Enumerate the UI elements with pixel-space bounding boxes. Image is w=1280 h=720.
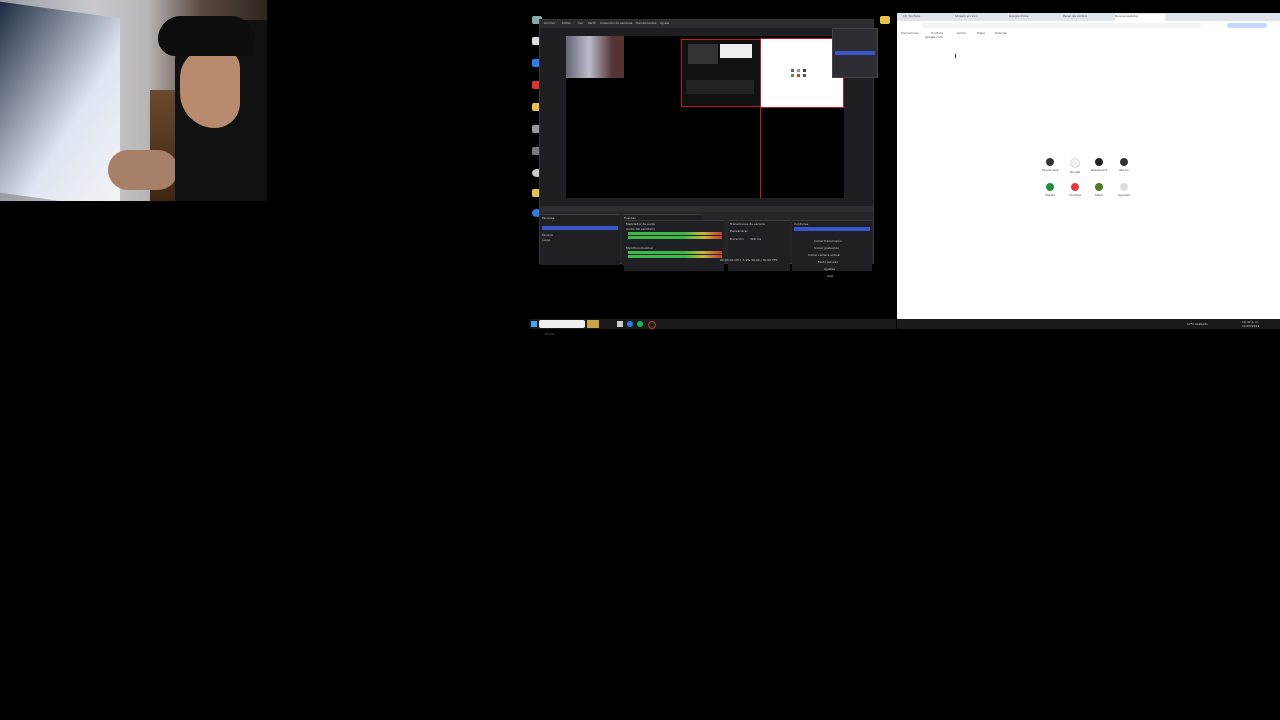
windows-start-icon[interactable] — [531, 321, 537, 327]
shortcut-tile[interactable]: Tienda web — [1038, 158, 1062, 172]
folder-icon[interactable] — [880, 16, 890, 24]
audio-meter — [628, 251, 722, 254]
transitions-title: Transiciones de escena — [730, 222, 765, 226]
start-streaming-button[interactable]: Iniciar transmisión — [794, 227, 870, 243]
taskbar-right: 17°C Nublado 10:42 p. m. 12/03/2024 — [897, 319, 1280, 329]
controls-title: Controles — [794, 222, 809, 226]
shortcut-icon — [1120, 158, 1128, 166]
preview-nested-docks — [686, 80, 754, 94]
menu-tools[interactable]: Herramientas — [636, 21, 656, 25]
shortcut-icon — [1046, 158, 1054, 166]
clock-date[interactable]: 12/03/2024 — [1242, 324, 1259, 328]
obs-status-bar: 00:00:00 CPU: 3.1% 30.00 / 30.00 FPS — [720, 258, 778, 262]
start-recording-button[interactable]: Iniciar grabación — [794, 234, 870, 250]
webcam-feed — [0, 0, 267, 201]
bookmark-item[interactable]: Marcadores — [901, 31, 918, 35]
audio-meter — [628, 236, 722, 239]
preview-webcam-source[interactable] — [566, 36, 624, 78]
obs-menubar: Archivo Editar Ver Perfil Colección de e… — [540, 20, 873, 28]
browser-tab[interactable]: (4) YouTube — [903, 14, 953, 21]
shortcut-tile[interactable]: Sheets — [1038, 183, 1062, 197]
youtube-icon — [1071, 183, 1079, 191]
preview-display-capture[interactable] — [681, 39, 761, 107]
preview-nested-window — [688, 44, 718, 64]
mixer-title: Mezclador de audio — [626, 222, 656, 226]
bookmark-item[interactable]: Gmail — [957, 31, 966, 35]
shortcut-tile[interactable]: Maps — [1087, 183, 1111, 197]
address-bar[interactable]: google.com — [921, 23, 1201, 39]
mixer-channel-mic: Micrófono/Auxiliar — [626, 246, 654, 250]
context-menu-highlight[interactable] — [835, 51, 875, 55]
add-shortcut-icon — [1120, 183, 1128, 191]
google-icon — [1070, 158, 1080, 168]
scene-item[interactable]: Escena — [542, 221, 618, 237]
shortcut-tile[interactable]: Google — [1063, 158, 1087, 174]
bookmark-item[interactable]: Maps — [977, 31, 985, 35]
bookmarks-bar: Marcadores YouTube Gmail Maps Noticias — [897, 30, 1280, 36]
scenes-dock: Escenas Escena Juego — [540, 214, 620, 265]
settings-button[interactable]: Ajustes — [794, 255, 870, 271]
menu-profile[interactable]: Perfil — [588, 21, 596, 25]
menu-view[interactable]: Ver — [578, 21, 583, 25]
scene-item-selected[interactable]: Juego — [542, 226, 618, 242]
browser-tab-active[interactable]: Nueva pestaña — [1115, 14, 1165, 21]
webcam-face — [180, 48, 240, 128]
browser-window: (4) YouTube Stream en vivo Google Drive … — [897, 13, 1280, 319]
shortcut-tile[interactable]: Agregar — [1112, 183, 1136, 197]
scenes-title: Escenas — [542, 216, 555, 220]
preview-shortcuts — [791, 69, 811, 77]
mixer-dock: Mezclador de audio Audio del escritorio … — [624, 220, 724, 271]
sheets-icon — [1046, 183, 1054, 191]
webcam-cap — [158, 16, 254, 56]
preview-guide-line — [760, 106, 761, 198]
preview-nested-browser — [720, 44, 752, 58]
obs-icon[interactable] — [648, 321, 656, 329]
start-virtual-camera-button[interactable]: Iniciar cámara virtual — [794, 241, 870, 257]
controls-dock: Controles Iniciar transmisión Iniciar gr… — [792, 220, 872, 278]
audio-meter — [628, 255, 722, 258]
obs-context-menu — [832, 28, 878, 78]
spotify-icon[interactable] — [637, 321, 643, 327]
audio-meter — [628, 232, 722, 235]
menu-help[interactable]: Ayuda — [660, 21, 669, 25]
transition-type[interactable]: Desvanecer — [730, 229, 748, 233]
file-explorer-icon[interactable] — [617, 321, 623, 327]
edge-icon[interactable] — [627, 321, 633, 327]
exit-button[interactable]: Salir — [794, 262, 870, 278]
maps-icon — [1095, 183, 1103, 191]
search-input[interactable]: Buscar — [539, 320, 585, 336]
obs-preview[interactable] — [566, 36, 844, 198]
browser-tab[interactable]: Google Drive — [1009, 14, 1059, 21]
taskbar-app-icon[interactable] — [587, 320, 599, 328]
transition-duration[interactable]: 300 ms — [750, 237, 761, 241]
shortcut-icon — [1095, 158, 1103, 166]
mixer-channel-desktop: Audio del escritorio — [626, 227, 656, 231]
weather-widget[interactable]: 17°C Nublado — [1187, 322, 1208, 326]
browser-tabstrip: (4) YouTube Stream en vivo Google Drive … — [897, 13, 1280, 21]
bookmark-item[interactable]: YouTube — [931, 31, 943, 35]
mouse-cursor — [955, 54, 959, 58]
obs-window: Archivo Editar Ver Perfil Colección de e… — [539, 19, 878, 278]
menu-file[interactable]: Archivo — [544, 21, 555, 25]
obs-source-toolbar — [540, 206, 873, 212]
webcam-monitor — [0, 1, 120, 201]
menu-scene-collection[interactable]: Colección de escenas — [600, 21, 632, 25]
shortcut-tile[interactable]: Dashboard — [1087, 158, 1111, 172]
obs-docks: Escenas Escena Juego Fuentes Mezclador d… — [540, 206, 873, 278]
transitions-dock: Transiciones de escena Desvanecer Duraci… — [728, 220, 790, 271]
browser-tab[interactable]: Panel de control — [1063, 14, 1113, 21]
browser-tab[interactable]: Stream en vivo — [955, 14, 1005, 21]
webcam-hand — [108, 150, 178, 190]
transition-duration-label: Duración — [730, 237, 744, 241]
shortcut-tile[interactable]: YouTube — [1063, 183, 1087, 197]
shortcut-tile[interactable]: Studio — [1112, 158, 1136, 172]
taskbar-left: Buscar — [529, 319, 896, 336]
profile-button[interactable] — [1227, 23, 1267, 28]
bookmark-item[interactable]: Noticias — [995, 31, 1007, 35]
studio-mode-button[interactable]: Modo estudio — [794, 248, 870, 264]
menu-edit[interactable]: Editar — [562, 21, 571, 25]
